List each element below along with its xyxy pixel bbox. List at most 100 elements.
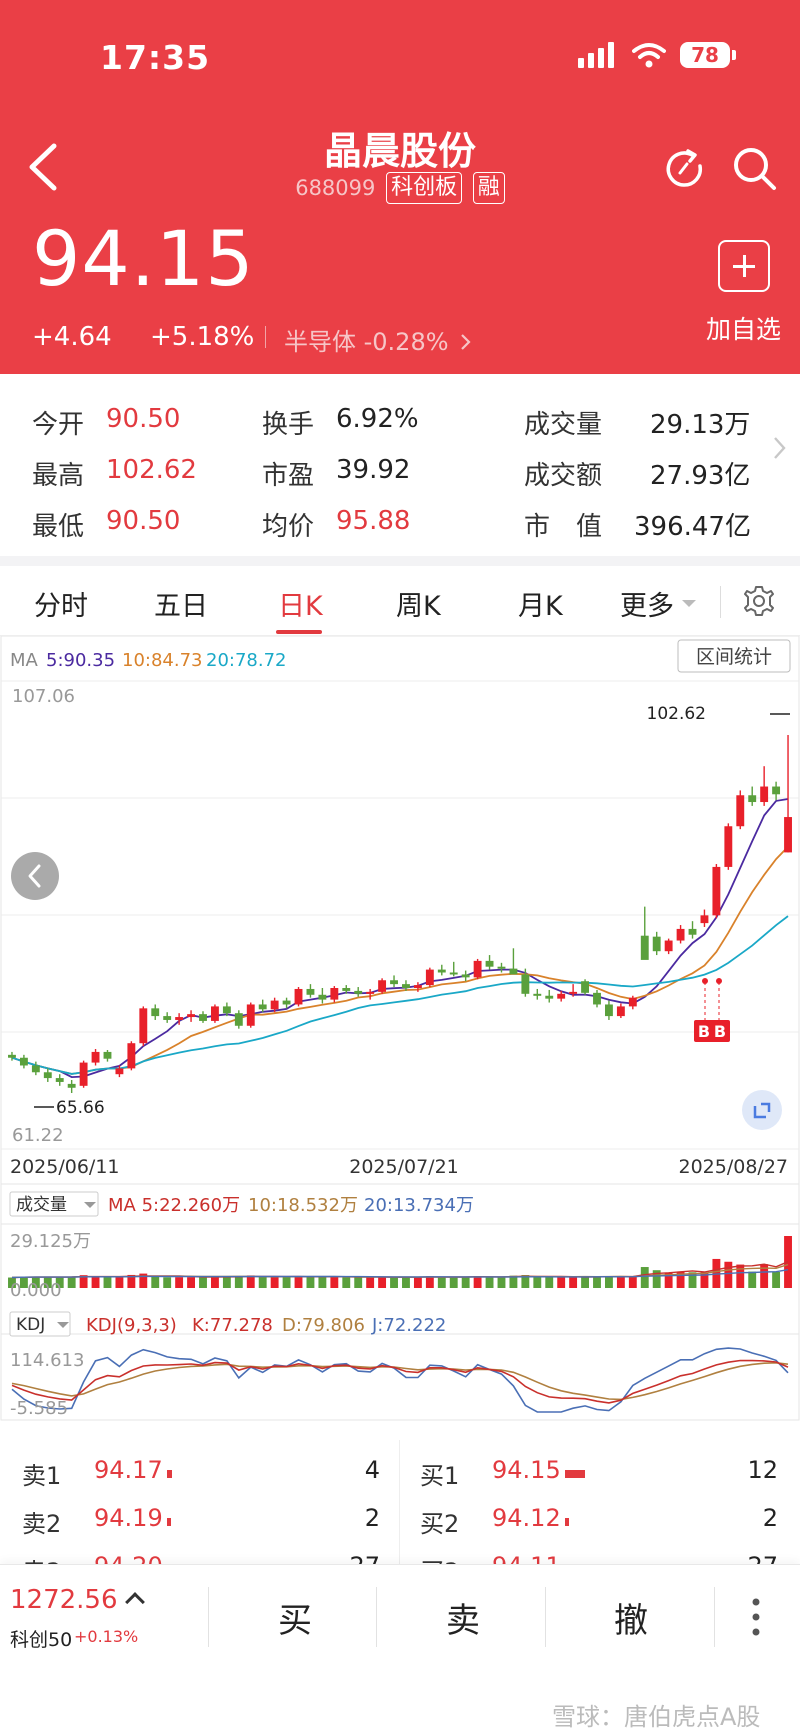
scroll-left-button[interactable] — [11, 852, 59, 900]
gear-icon[interactable] — [742, 584, 776, 618]
fullscreen-button-bg[interactable] — [742, 1090, 782, 1130]
candle-body — [175, 1017, 184, 1020]
ask-row-1[interactable]: 卖1 94.17 4 — [22, 1456, 382, 1496]
stat-label-pe: 市盈 — [262, 461, 315, 491]
ask-volume-bar — [167, 1470, 172, 1478]
volume-bar — [330, 1276, 339, 1288]
index-value[interactable]: 1272.56 — [10, 1585, 118, 1615]
candle-body — [127, 1043, 136, 1069]
tab-monthly-k[interactable]: 月K — [518, 584, 563, 623]
ask-qty: 27 — [320, 1552, 380, 1564]
candle-body — [342, 988, 351, 991]
order-book[interactable]: 卖1 94.17 4 卖2 94.19 2 卖3 94.20 27 买1 94.… — [0, 1440, 800, 1564]
caret-down-icon — [682, 600, 696, 607]
status-icons: 78 — [578, 42, 736, 68]
kline-chart-area[interactable]: MA 5:90.35 10:84.73 20:78.72 区间统计 107.06… — [0, 635, 800, 1422]
bid-label: 买3 — [420, 1552, 459, 1564]
candle-body — [67, 1083, 76, 1088]
search-icon[interactable] — [730, 144, 778, 192]
sector-text: 半导体 -0.28% — [284, 328, 449, 356]
volume-indicator-selector[interactable]: 成交量 — [9, 1191, 99, 1217]
candle-body — [604, 1004, 613, 1017]
volume-axis-bottom: 0.000 — [10, 1280, 62, 1301]
chevron-right-icon — [461, 334, 471, 350]
chevron-up-icon[interactable] — [125, 1592, 145, 1612]
bid-row-1[interactable]: 买1 94.15 12 — [420, 1456, 780, 1496]
volume-ma20: 20:13.734万 — [364, 1195, 474, 1216]
bid-row-3[interactable]: 买3 94.11 27 — [420, 1552, 780, 1564]
ask-row-2[interactable]: 卖2 94.19 2 — [22, 1504, 382, 1544]
order-book-divider — [399, 1440, 400, 1564]
ask-price: 94.20 — [94, 1552, 163, 1564]
tab-intraday[interactable]: 分时 — [34, 584, 88, 623]
buy-button[interactable]: 买 — [278, 1593, 312, 1642]
kdj-selector-label[interactable]: KDJ — [16, 1315, 45, 1335]
volume-bar — [449, 1276, 458, 1288]
ma10-value: 10:84.73 — [122, 650, 203, 671]
volume-bar — [569, 1277, 578, 1288]
candle-body — [139, 1008, 148, 1044]
tab-weekly-k[interactable]: 周K — [396, 584, 441, 623]
candle-body — [306, 988, 315, 995]
volume-bar — [199, 1277, 207, 1288]
index-change[interactable]: +0.13% — [74, 1627, 138, 1646]
ask-row-3[interactable]: 卖3 94.20 27 — [22, 1552, 382, 1564]
candle-body — [234, 1013, 243, 1026]
scroll-left-button-bg[interactable] — [11, 852, 59, 900]
bottom-trade-bar: 1272.56 科创50 +0.13% 买 卖 撤 雪球：唐伯虎点A股 — [0, 1564, 800, 1734]
bid-row-2[interactable]: 买2 94.12 2 — [420, 1504, 780, 1544]
buy-signal-text: B — [698, 1022, 710, 1041]
add-watchlist-label[interactable]: 加自选 — [706, 310, 781, 346]
cancel-order-button[interactable]: 撤 — [614, 1593, 648, 1642]
ask-qty: 4 — [364, 1456, 380, 1484]
add-watchlist-button[interactable] — [718, 240, 770, 292]
kline-chart-svg[interactable]: MA 5:90.35 10:84.73 20:78.72 区间统计 107.06… — [0, 635, 800, 1422]
volume-bar — [222, 1276, 231, 1288]
bid-volume-bar — [565, 1518, 569, 1526]
volume-bar — [593, 1276, 601, 1288]
volume-bar — [246, 1275, 255, 1288]
margin-tag: 融 — [472, 172, 505, 204]
candle-body — [258, 1004, 267, 1010]
stat-value-mktcap: 396.47亿 — [634, 512, 751, 542]
ask-qty: 2 — [364, 1504, 380, 1532]
volume-bar — [473, 1276, 482, 1288]
index-name[interactable]: 科创50 — [10, 1625, 72, 1652]
stat-label-avg: 均价 — [262, 512, 315, 542]
volume-selector-label[interactable]: 成交量 — [16, 1195, 67, 1215]
candle-body — [628, 997, 637, 1007]
fullscreen-button[interactable] — [742, 1090, 782, 1130]
signal-icon — [578, 42, 614, 68]
refresh-icon[interactable] — [662, 146, 708, 192]
volume-bar — [258, 1277, 267, 1288]
range-stat-button[interactable]: 区间统计 — [677, 639, 791, 673]
volume-bar — [282, 1277, 291, 1288]
candle-body — [497, 966, 506, 969]
tab-five-day[interactable]: 五日 — [154, 584, 208, 623]
sector-link[interactable]: 半导体 -0.28% — [284, 322, 472, 357]
stat-label-open: 今开 — [32, 410, 85, 440]
candle-body — [91, 1051, 100, 1063]
candle-body — [712, 866, 721, 916]
candle-body — [246, 1004, 255, 1026]
candle-body — [378, 980, 387, 992]
ask-label: 卖3 — [22, 1552, 61, 1564]
more-vertical-icon[interactable] — [750, 1597, 762, 1637]
quote-stats[interactable]: 今开 90.50 换手 6.92% 成交量 29.13万 最高 102.62 市… — [0, 374, 800, 560]
kdj-indicator-selector[interactable]: KDJ — [9, 1311, 71, 1337]
candle-body — [724, 826, 733, 867]
candle-body — [199, 1014, 207, 1021]
tab-more[interactable]: 更多 — [620, 584, 674, 623]
period-tabs: 分时 五日 日K 周K 月K 更多 — [0, 566, 800, 636]
chevron-right-icon[interactable] — [772, 434, 788, 462]
candle-body — [581, 981, 590, 993]
tab-daily-k[interactable]: 日K — [278, 584, 323, 623]
volume-bar — [163, 1277, 172, 1288]
sell-button[interactable]: 卖 — [446, 1593, 480, 1642]
volume-bar — [748, 1271, 757, 1288]
kdj-params: KDJ(9,3,3) — [86, 1315, 177, 1336]
range-stat-button-label[interactable]: 区间统计 — [696, 646, 772, 668]
candle-body — [330, 988, 339, 1000]
stat-label-mktcap: 市 值 — [524, 512, 603, 542]
candle-body — [222, 1006, 231, 1014]
